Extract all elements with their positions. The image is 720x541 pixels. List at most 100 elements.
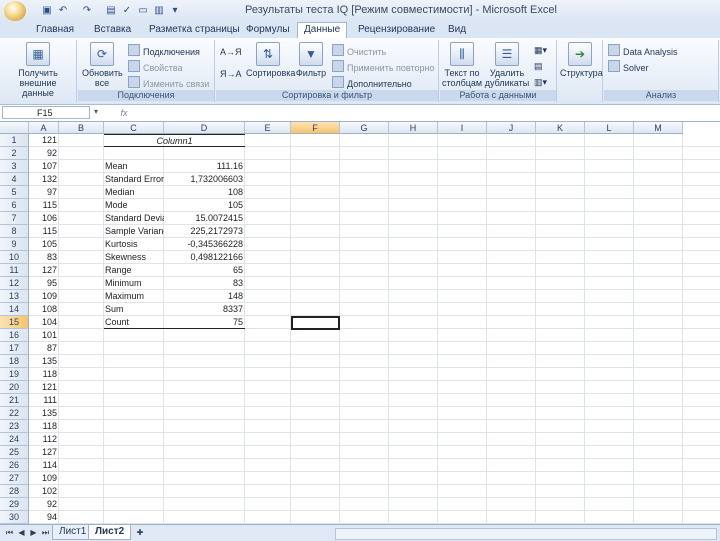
save-icon[interactable]: ▣ [40,3,54,17]
row-header[interactable]: 15 [0,316,29,329]
row-header[interactable]: 7 [0,212,29,225]
stats-label[interactable]: Kurtosis [105,238,164,251]
column-header[interactable]: E [245,122,291,134]
row-header[interactable]: 6 [0,199,29,212]
redo-icon[interactable]: ↷ [80,3,94,17]
tab-2[interactable]: Разметка страницы [143,23,246,37]
sort-za-button[interactable]: Я→А [220,68,242,80]
cell-a[interactable]: 127 [29,264,59,277]
properties-button[interactable]: Свойства [128,60,183,73]
stats-value[interactable]: 15.0072415 [164,212,245,225]
sort-button[interactable]: ⇅ Сортировка [246,42,295,78]
cell-a[interactable]: 121 [29,381,59,394]
stats-value[interactable]: 65 [164,264,245,277]
row-header[interactable]: 13 [0,290,29,303]
row-header[interactable]: 30 [0,511,29,524]
connections-button[interactable]: Подключения [128,44,200,57]
stats-label[interactable]: Sum [105,303,164,316]
stats-label[interactable]: Maximum [105,290,164,303]
cell-a[interactable]: 135 [29,355,59,368]
tab-0[interactable]: Главная [30,23,80,37]
row-header[interactable]: 1 [0,134,29,147]
reapply-button[interactable]: Применить повторно [332,60,434,73]
cell-a[interactable]: 105 [29,238,59,251]
row-header[interactable]: 4 [0,173,29,186]
cell-a[interactable]: 92 [29,147,59,160]
stats-value[interactable]: 8337 [164,303,245,316]
stats-label[interactable]: Median [105,186,164,199]
cell-a[interactable]: 118 [29,368,59,381]
last-sheet-icon[interactable]: ⏭ [40,527,51,538]
text-to-columns-button[interactable]: ⫼ Текст по столбцам [442,42,482,88]
row-header[interactable]: 2 [0,147,29,160]
column-header[interactable]: B [59,122,104,134]
stats-value[interactable]: 83 [164,277,245,290]
row-header[interactable]: 22 [0,407,29,420]
cell-a[interactable]: 109 [29,290,59,303]
tab-5[interactable]: Рецензирование [352,23,441,37]
row-header[interactable]: 21 [0,394,29,407]
cell-a[interactable]: 104 [29,316,59,329]
column-header[interactable]: M [634,122,683,134]
undo-icon[interactable]: ↶ [56,3,70,17]
stats-label[interactable]: Minimum [105,277,164,290]
row-header[interactable]: 25 [0,446,29,459]
outline-button[interactable]: ➔ Структура [560,42,603,78]
data-validation-icon[interactable]: ▦▾ [534,44,547,56]
cell-a[interactable]: 127 [29,446,59,459]
row-header[interactable]: 10 [0,251,29,264]
column-header[interactable]: A [29,122,59,134]
what-if-icon[interactable]: ▥▾ [534,76,547,88]
row-header[interactable]: 29 [0,498,29,511]
column-header[interactable]: I [438,122,487,134]
cell-a[interactable]: 114 [29,459,59,472]
tab-4[interactable]: Данные [297,22,348,39]
advanced-button[interactable]: Дополнительно [332,76,412,89]
cell-a[interactable]: 111 [29,394,59,407]
remove-duplicates-button[interactable]: ☰ Удалить дубликаты [484,42,530,88]
filter-button[interactable]: ▼ Фильтр [294,42,328,78]
stats-value[interactable]: 148 [164,290,245,303]
column-header[interactable]: H [389,122,438,134]
stats-label[interactable]: Sample Variance [105,225,164,238]
name-box[interactable]: F15 [2,106,90,119]
row-header[interactable]: 24 [0,433,29,446]
print-preview-icon[interactable]: ▤ [104,3,118,17]
column-header[interactable]: F [291,122,340,134]
row-header[interactable]: 19 [0,368,29,381]
row-header[interactable]: 20 [0,381,29,394]
row-header[interactable]: 12 [0,277,29,290]
column-header[interactable]: C [104,122,164,134]
row-header[interactable]: 14 [0,303,29,316]
select-all-corner[interactable] [0,122,29,134]
stats-value[interactable]: 0,498122166 [164,251,245,264]
cell-a[interactable]: 102 [29,485,59,498]
cell-a[interactable]: 135 [29,407,59,420]
office-button[interactable] [4,1,26,21]
column-header[interactable]: G [340,122,389,134]
refresh-all-button[interactable]: ⟳ Обновить все [82,42,123,88]
stats-value[interactable]: 105 [164,199,245,212]
sheet-tab-2[interactable]: Лист2 [88,525,132,540]
stats-label[interactable]: Mode [105,199,164,212]
edit-links-button[interactable]: Изменить связи [128,76,209,89]
row-header[interactable]: 18 [0,355,29,368]
cell-a[interactable]: 95 [29,277,59,290]
tab-1[interactable]: Вставка [88,23,137,37]
stats-value[interactable]: 225,2172973 [164,225,245,238]
cell-a[interactable]: 109 [29,472,59,485]
prev-sheet-icon[interactable]: ◀ [16,527,27,538]
horizontal-scrollbar[interactable] [335,528,717,540]
consolidate-icon[interactable]: ▤ [534,60,543,72]
cell-a[interactable]: 97 [29,186,59,199]
cell-a[interactable]: 115 [29,199,59,212]
row-header[interactable]: 28 [0,485,29,498]
stats-label[interactable]: Mean [105,160,164,173]
cell-a[interactable]: 92 [29,498,59,511]
row-header[interactable]: 17 [0,342,29,355]
cell-a[interactable]: 115 [29,225,59,238]
tab-6[interactable]: Вид [442,23,472,37]
chart-icon[interactable]: ▥ [152,3,166,17]
sort-az-button[interactable]: А→Я [220,46,242,58]
customize-qat-icon[interactable]: ▾ [168,3,182,17]
